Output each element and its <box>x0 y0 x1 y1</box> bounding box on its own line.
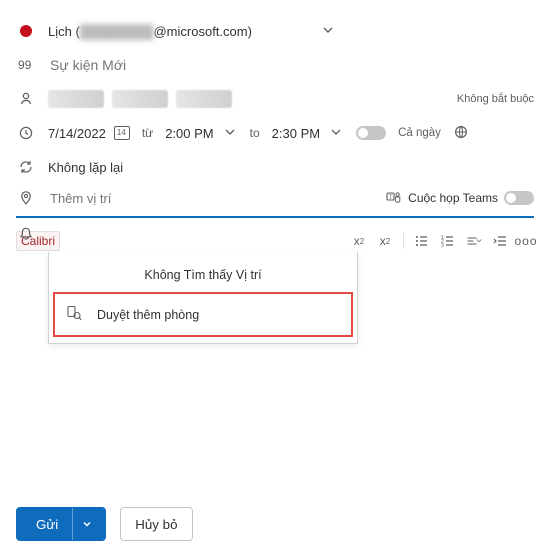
attendees-row: Không bắt buộc <box>16 82 534 116</box>
svg-text:3: 3 <box>441 243 444 249</box>
attendee-pill[interactable] <box>48 90 104 108</box>
end-time-input[interactable]: 2:30 PM <box>272 124 344 143</box>
superscript-button[interactable]: x2 <box>351 233 367 249</box>
end-time-value: 2:30 PM <box>272 126 320 141</box>
title-row: 99 <box>16 48 534 82</box>
location-row: T Cuộc họp Teams <box>16 184 534 218</box>
search-room-icon <box>65 304 83 325</box>
globe-icon[interactable] <box>453 124 469 143</box>
chevron-down-icon[interactable] <box>320 22 336 41</box>
from-label: từ <box>142 126 153 140</box>
repeat-icon <box>16 159 36 175</box>
recurrence-row: Không lặp lại <box>16 150 534 184</box>
cancel-button[interactable]: Hủy bỏ <box>120 507 192 541</box>
start-time-value: 2:00 PM <box>165 126 213 141</box>
send-label: Gửi <box>22 517 72 532</box>
optional-toggle[interactable]: Không bắt buộc <box>457 93 534 105</box>
title-input[interactable] <box>48 56 534 74</box>
clock-icon <box>16 125 36 141</box>
browse-rooms-label: Duyệt thêm phòng <box>97 308 199 322</box>
location-dropdown: Không Tìm thấy Vị trí Duyệt thêm phòng <box>48 252 358 344</box>
toolbar-divider <box>403 233 404 249</box>
person-icon <box>16 91 36 107</box>
calendar-row: Lịch (████████@microsoft.com) <box>16 14 534 48</box>
allday-label: Cả ngày <box>398 127 441 139</box>
event-form: Lịch (████████@microsoft.com) 99 Không b… <box>0 0 550 555</box>
calendar-label: Lịch (████████@microsoft.com) <box>48 24 252 39</box>
location-icon <box>16 190 36 206</box>
teams-label: Cuộc họp Teams <box>408 191 498 205</box>
browse-rooms-item[interactable]: Duyệt thêm phòng <box>53 292 353 337</box>
allday-toggle[interactable] <box>356 126 386 140</box>
svg-text:T: T <box>389 194 393 201</box>
send-split-chevron-icon[interactable] <box>72 508 100 540</box>
chevron-down-icon <box>328 124 344 143</box>
date-value: 7/14/2022 <box>48 126 106 141</box>
subscript-button[interactable]: x2 <box>377 233 393 249</box>
send-button[interactable]: Gửi <box>16 507 106 541</box>
date-input[interactable]: 7/14/2022 <box>48 126 130 141</box>
calendar-selector[interactable]: Lịch (████████@microsoft.com) <box>48 24 308 39</box>
to-label: to <box>250 126 260 140</box>
indent-button[interactable] <box>492 233 508 249</box>
teams-toggle[interactable] <box>504 191 534 205</box>
teams-icon: T <box>386 189 402 208</box>
calendar-chip-icon[interactable] <box>114 126 130 140</box>
svg-text:99: 99 <box>18 58 32 72</box>
start-time-input[interactable]: 2:00 PM <box>165 124 237 143</box>
more-formatting-button[interactable]: ooo <box>518 233 534 249</box>
attendee-pills[interactable] <box>48 90 445 108</box>
datetime-row: 7/14/2022 từ 2:00 PM to 2:30 PM Cả ngày <box>16 116 534 150</box>
align-button[interactable] <box>466 233 482 249</box>
footer: Gửi Hủy bỏ <box>16 497 534 541</box>
recurrence-select[interactable]: Không lặp lại <box>48 160 123 175</box>
quote-icon: 99 <box>16 57 36 73</box>
attendee-pill[interactable] <box>112 90 168 108</box>
font-name-select[interactable]: Calibri <box>16 231 60 251</box>
attendee-pill[interactable] <box>176 90 232 108</box>
location-input[interactable] <box>48 190 374 207</box>
bullet-list-button[interactable] <box>414 233 430 249</box>
chevron-down-icon <box>222 124 238 143</box>
calendar-color-dot <box>16 25 36 37</box>
numbered-list-button[interactable]: 123 <box>440 233 456 249</box>
teams-meeting-cell: T Cuộc họp Teams <box>386 189 534 208</box>
location-dropdown-title: Không Tìm thấy Vị trí <box>49 262 357 292</box>
